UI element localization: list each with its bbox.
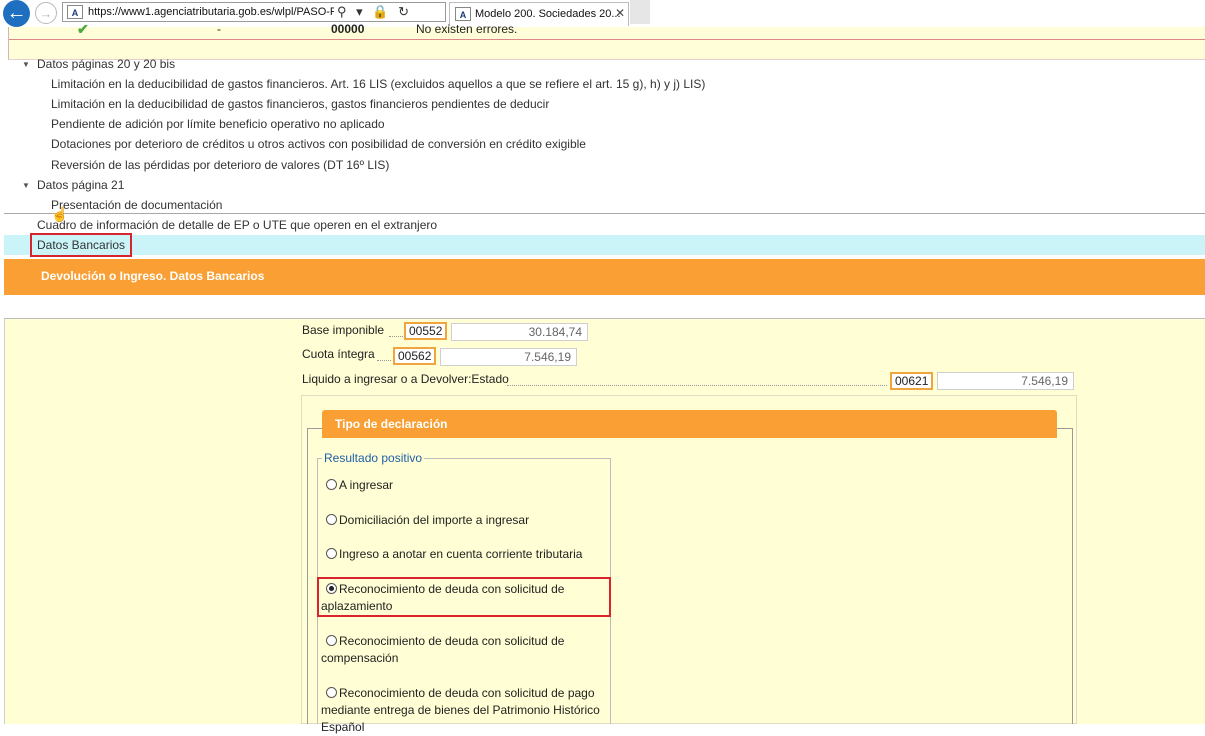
option-label: Reconocimiento de deuda con solicitud de… <box>321 634 565 665</box>
tab-title: Modelo 200. Sociedades 20... <box>475 8 621 20</box>
option-label: Reconocimiento de deuda con solicitud de… <box>321 686 600 734</box>
tree-item-pendiente-adicion[interactable]: Pendiente de adición por límite benefici… <box>51 117 385 131</box>
tree-node-label: Datos página 21 <box>37 178 125 192</box>
option-domiciliacion[interactable]: Domiciliación del importe a ingresar <box>321 512 607 529</box>
highlight-box-datos-bancarios <box>30 233 132 257</box>
forward-arrow-icon[interactable]: → <box>35 2 57 24</box>
option-label: Domiciliación del importe a ingresar <box>339 513 530 527</box>
cuota-integra-label: Cuota íntegra <box>302 347 375 361</box>
radio-button[interactable] <box>326 479 337 490</box>
site-favicon-icon: A <box>67 5 83 19</box>
liquido-label: Liquido a ingresar o a Devolver:Estado <box>302 372 509 386</box>
tree-item-presentacion-documentacion[interactable]: Presentación de documentación <box>51 198 222 212</box>
liquido-code: 00621 <box>890 372 933 390</box>
base-imponible-label: Base imponible <box>302 323 385 337</box>
option-patrimonio-historico[interactable]: Reconocimiento de deuda con solicitud de… <box>321 685 607 736</box>
url-text[interactable]: https://www1.agenciatributaria.gob.es/wl… <box>88 6 334 18</box>
radio-button[interactable] <box>326 687 337 698</box>
option-label: A ingresar <box>339 478 394 492</box>
hand-cursor-icon: ☝ <box>51 206 69 222</box>
tab-close-icon[interactable]: ✕ <box>615 6 625 20</box>
resultado-positivo-legend: Resultado positivo <box>322 451 425 465</box>
expand-triangle-icon[interactable]: ▼ <box>22 60 32 69</box>
back-arrow-icon[interactable]: ← <box>3 0 30 27</box>
address-bar[interactable]: A https://www1.agenciatributaria.gob.es/… <box>62 2 446 22</box>
tree-separator <box>4 213 1205 214</box>
expand-triangle-icon[interactable]: ▼ <box>22 181 32 190</box>
error-dash: - <box>217 22 221 36</box>
section-title: Devolución o Ingreso. Datos Bancarios <box>41 269 265 283</box>
radio-button[interactable] <box>326 635 337 646</box>
option-label: Ingreso a anotar en cuenta corriente tri… <box>339 547 583 561</box>
checkmark-icon: ✔ <box>77 21 89 37</box>
dot-leader <box>389 336 403 337</box>
new-tab-area[interactable] <box>630 0 650 24</box>
option-compensacion[interactable]: Reconocimiento de deuda con solicitud de… <box>321 633 607 667</box>
tree-item-limitacion-art16[interactable]: Limitación en la deducibilidad de gastos… <box>51 77 705 91</box>
tree-item-cuadro-ep-ute[interactable]: Cuadro de información de detalle de EP o… <box>37 218 437 232</box>
errors-divider <box>9 39 1205 40</box>
address-bar-icons[interactable]: ⚲ ▾ 🔒 ↻ <box>337 4 412 20</box>
option-cuenta-corriente[interactable]: Ingreso a anotar en cuenta corriente tri… <box>321 546 607 563</box>
error-message: No existen errores. <box>416 22 518 36</box>
base-imponible-code: 00552 <box>404 322 447 340</box>
errors-panel: ✔ - 00000 No existen errores. <box>8 21 1205 60</box>
tree-item-dotaciones-deterioro[interactable]: Dotaciones por deterioro de créditos u o… <box>51 137 586 151</box>
tree-node-datos-pagina-21[interactable]: ▼ Datos página 21 <box>22 178 124 192</box>
tree-item-gastos-pendientes[interactable]: Limitación en la deducibilidad de gastos… <box>51 97 549 111</box>
highlight-box-aplazamiento <box>317 577 611 617</box>
tab-favicon-icon: A <box>455 7 471 21</box>
section-header: Devolución o Ingreso. Datos Bancarios <box>4 259 1205 295</box>
base-imponible-value[interactable]: 30.184,74 <box>451 323 588 341</box>
liquido-value[interactable]: 7.546,19 <box>937 372 1074 390</box>
cuota-integra-value[interactable]: 7.546,19 <box>440 348 577 366</box>
error-code: 00000 <box>331 22 365 36</box>
selected-row-highlight <box>4 235 1205 255</box>
tree-node-datos-paginas-20[interactable]: ▼ Datos páginas 20 y 20 bis <box>22 57 175 71</box>
tipo-declaracion-header: Tipo de declaración <box>322 410 1057 438</box>
dot-leader <box>507 385 887 386</box>
tree-node-label: Datos páginas 20 y 20 bis <box>37 57 176 71</box>
tree-item-reversion-perdidas[interactable]: Reversión de las pérdidas por deterioro … <box>51 158 389 172</box>
radio-button[interactable] <box>326 514 337 525</box>
option-a-ingresar[interactable]: A ingresar <box>321 477 607 494</box>
browser-chrome: ← → A https://www1.agenciatributaria.gob… <box>0 0 1205 27</box>
tipo-declaracion-title: Tipo de declaración <box>335 417 448 431</box>
radio-button[interactable] <box>326 548 337 559</box>
dot-leader <box>377 360 391 361</box>
cuota-integra-code: 00562 <box>393 347 436 365</box>
